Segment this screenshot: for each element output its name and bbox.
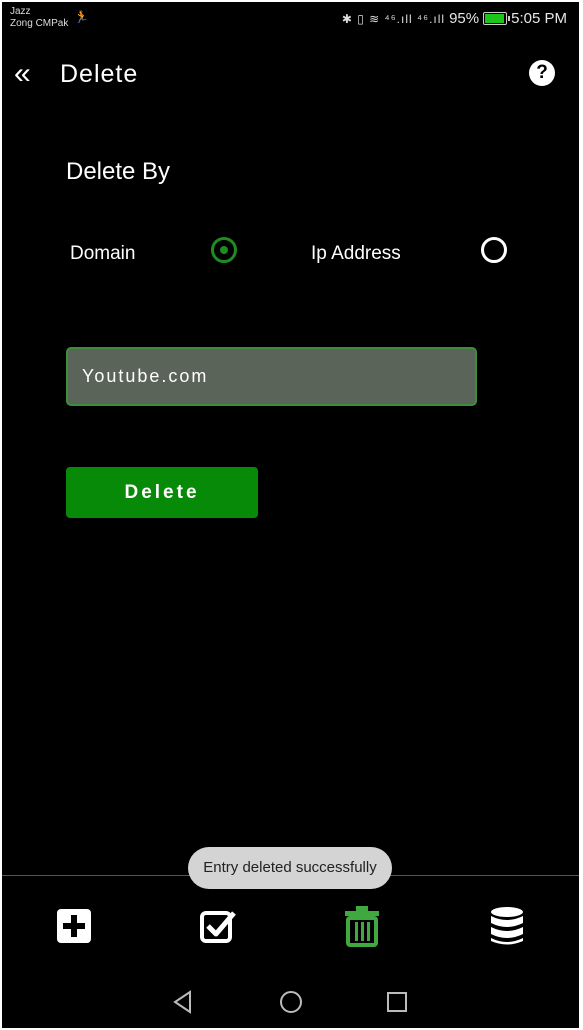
- nav-database-button[interactable]: [487, 905, 527, 947]
- system-recents-icon[interactable]: [382, 987, 412, 1017]
- clock: 5:05 PM: [511, 10, 567, 27]
- page-title: Delete: [60, 60, 139, 88]
- app-screen: Jazz Zong CMPak 🏃 ✱ ▯ ≋ ⁴⁶.ıll ⁴⁶.ıll 95…: [2, 2, 579, 1028]
- app-bar: « Delete ?: [2, 48, 579, 104]
- database-icon: [491, 907, 523, 945]
- delete-by-label: Delete By: [66, 158, 171, 185]
- activity-icon: 🏃: [74, 10, 89, 24]
- battery-icon: [483, 12, 511, 25]
- question-circle-icon[interactable]: ?: [529, 60, 555, 86]
- carrier-name-1: Jazz: [10, 6, 31, 17]
- system-back-icon[interactable]: [168, 987, 198, 1017]
- domain-input[interactable]: [66, 347, 477, 406]
- add-icon: [57, 909, 91, 943]
- domain-radio[interactable]: [211, 237, 237, 263]
- system-home-icon[interactable]: [276, 987, 306, 1017]
- delete-button[interactable]: Delete: [66, 467, 258, 518]
- ip-address-radio[interactable]: [481, 237, 507, 263]
- nav-add-button[interactable]: [54, 905, 94, 947]
- checkbox-icon: [200, 911, 236, 943]
- nav-delete-button[interactable]: [342, 905, 382, 947]
- trash-icon: [345, 906, 379, 947]
- carrier-name-2: Zong CMPak: [10, 18, 69, 29]
- carrier-info: Jazz Zong CMPak: [10, 6, 68, 30]
- nav-list-button[interactable]: [198, 905, 238, 947]
- status-right: ✱ ▯ ≋ ⁴⁶.ıll ⁴⁶.ıll 95% 5:05 PM: [342, 10, 567, 27]
- toast-message: Entry deleted successfully: [188, 847, 392, 889]
- double-chevron-left-icon[interactable]: «: [14, 56, 31, 92]
- ip-address-option-label[interactable]: Ip Address: [311, 243, 401, 265]
- status-bar: Jazz Zong CMPak 🏃 ✱ ▯ ≋ ⁴⁶.ıll ⁴⁶.ıll 95…: [2, 2, 579, 38]
- domain-option-label[interactable]: Domain: [70, 243, 135, 265]
- battery-percent: 95%: [449, 10, 480, 27]
- signal-icons: ✱ ▯ ≋ ⁴⁶.ıll ⁴⁶.ıll: [341, 11, 446, 26]
